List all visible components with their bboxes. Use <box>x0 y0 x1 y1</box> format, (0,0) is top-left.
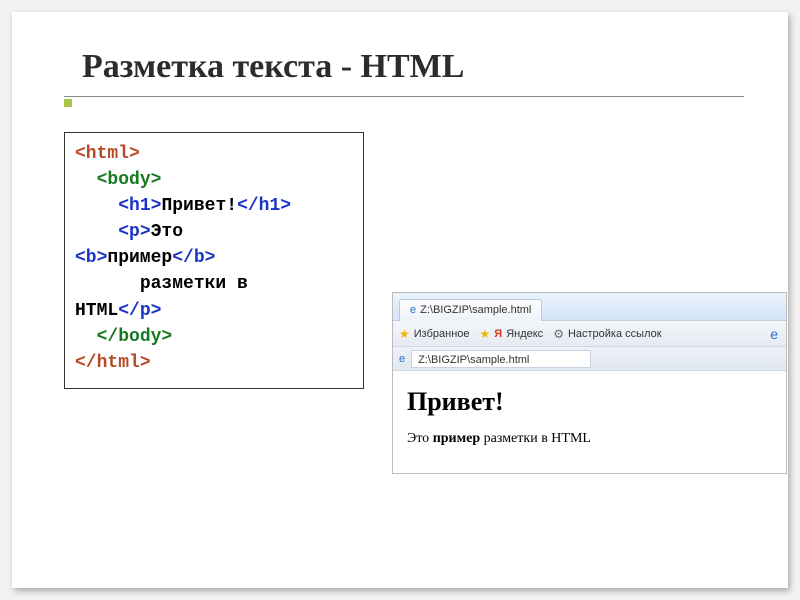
title-underline <box>64 96 744 97</box>
browser-tab-bar: e Z:\BIGZIP\sample.html <box>393 293 786 321</box>
star-icon: ★ <box>399 327 410 341</box>
code-tag-b-close: </b> <box>172 248 215 268</box>
links-settings-label: Настройка ссылок <box>568 328 662 340</box>
code-tag-body-open: <body> <box>97 170 162 190</box>
favorites-label: Избранное <box>414 328 470 340</box>
code-text-line6: разметки в <box>140 274 248 294</box>
code-tag-html-close: </html> <box>75 353 151 373</box>
code-text-line7: HTML <box>75 301 118 321</box>
gear-icon: ⚙ <box>553 327 564 341</box>
code-tag-p-close: </p> <box>118 301 161 321</box>
links-settings-button[interactable]: ⚙ Настройка ссылок <box>553 327 661 341</box>
browser-window: e Z:\BIGZIP\sample.html ★ Избранное ★ Я … <box>392 292 787 474</box>
code-text-b: пример <box>107 248 172 268</box>
slide-title: Разметка текста - HTML <box>82 48 464 86</box>
browser-address-row: e Z:\BIGZIP\sample.html <box>393 347 786 371</box>
ie-page-icon: e <box>410 304 416 316</box>
yandex-button[interactable]: ★ Я Яндекс <box>480 327 544 341</box>
code-tag-h1-close: </h1> <box>237 196 291 216</box>
code-tag-b-open: <b> <box>75 248 107 268</box>
browser-tab[interactable]: e Z:\BIGZIP\sample.html <box>399 299 542 321</box>
yandex-icon: Я <box>494 328 502 340</box>
ie-logo-icon: e <box>770 326 778 342</box>
favorites-button[interactable]: ★ Избранное <box>399 327 470 341</box>
page-heading: Привет! <box>407 387 772 417</box>
browser-toolbar: ★ Избранное ★ Я Яндекс ⚙ Настройка ссыло… <box>393 321 786 347</box>
code-tag-h1-open: <h1> <box>118 196 161 216</box>
code-text-p1: Это <box>151 222 183 242</box>
code-box: <html> <body> <h1>Привет!</h1> <p>Это <b… <box>64 132 364 389</box>
code-tag-p-open: <p> <box>118 222 150 242</box>
star-icon: ★ <box>480 327 491 341</box>
slide: Разметка текста - HTML <html> <body> <h1… <box>12 12 788 588</box>
code-text-h1: Привет! <box>161 196 237 216</box>
browser-tab-label: Z:\BIGZIP\sample.html <box>420 304 531 316</box>
rendered-page: Привет! Это пример разметки в HTML <box>393 371 786 473</box>
code-tag-html-open: <html> <box>75 144 140 164</box>
address-bar[interactable]: Z:\BIGZIP\sample.html <box>411 350 591 368</box>
ie-page-icon: e <box>399 353 405 365</box>
code-tag-body-close: </body> <box>97 327 173 347</box>
yandex-label: Яндекс <box>506 328 543 340</box>
page-paragraph: Это пример разметки в HTML <box>407 431 772 447</box>
title-bullet-icon <box>64 99 72 107</box>
